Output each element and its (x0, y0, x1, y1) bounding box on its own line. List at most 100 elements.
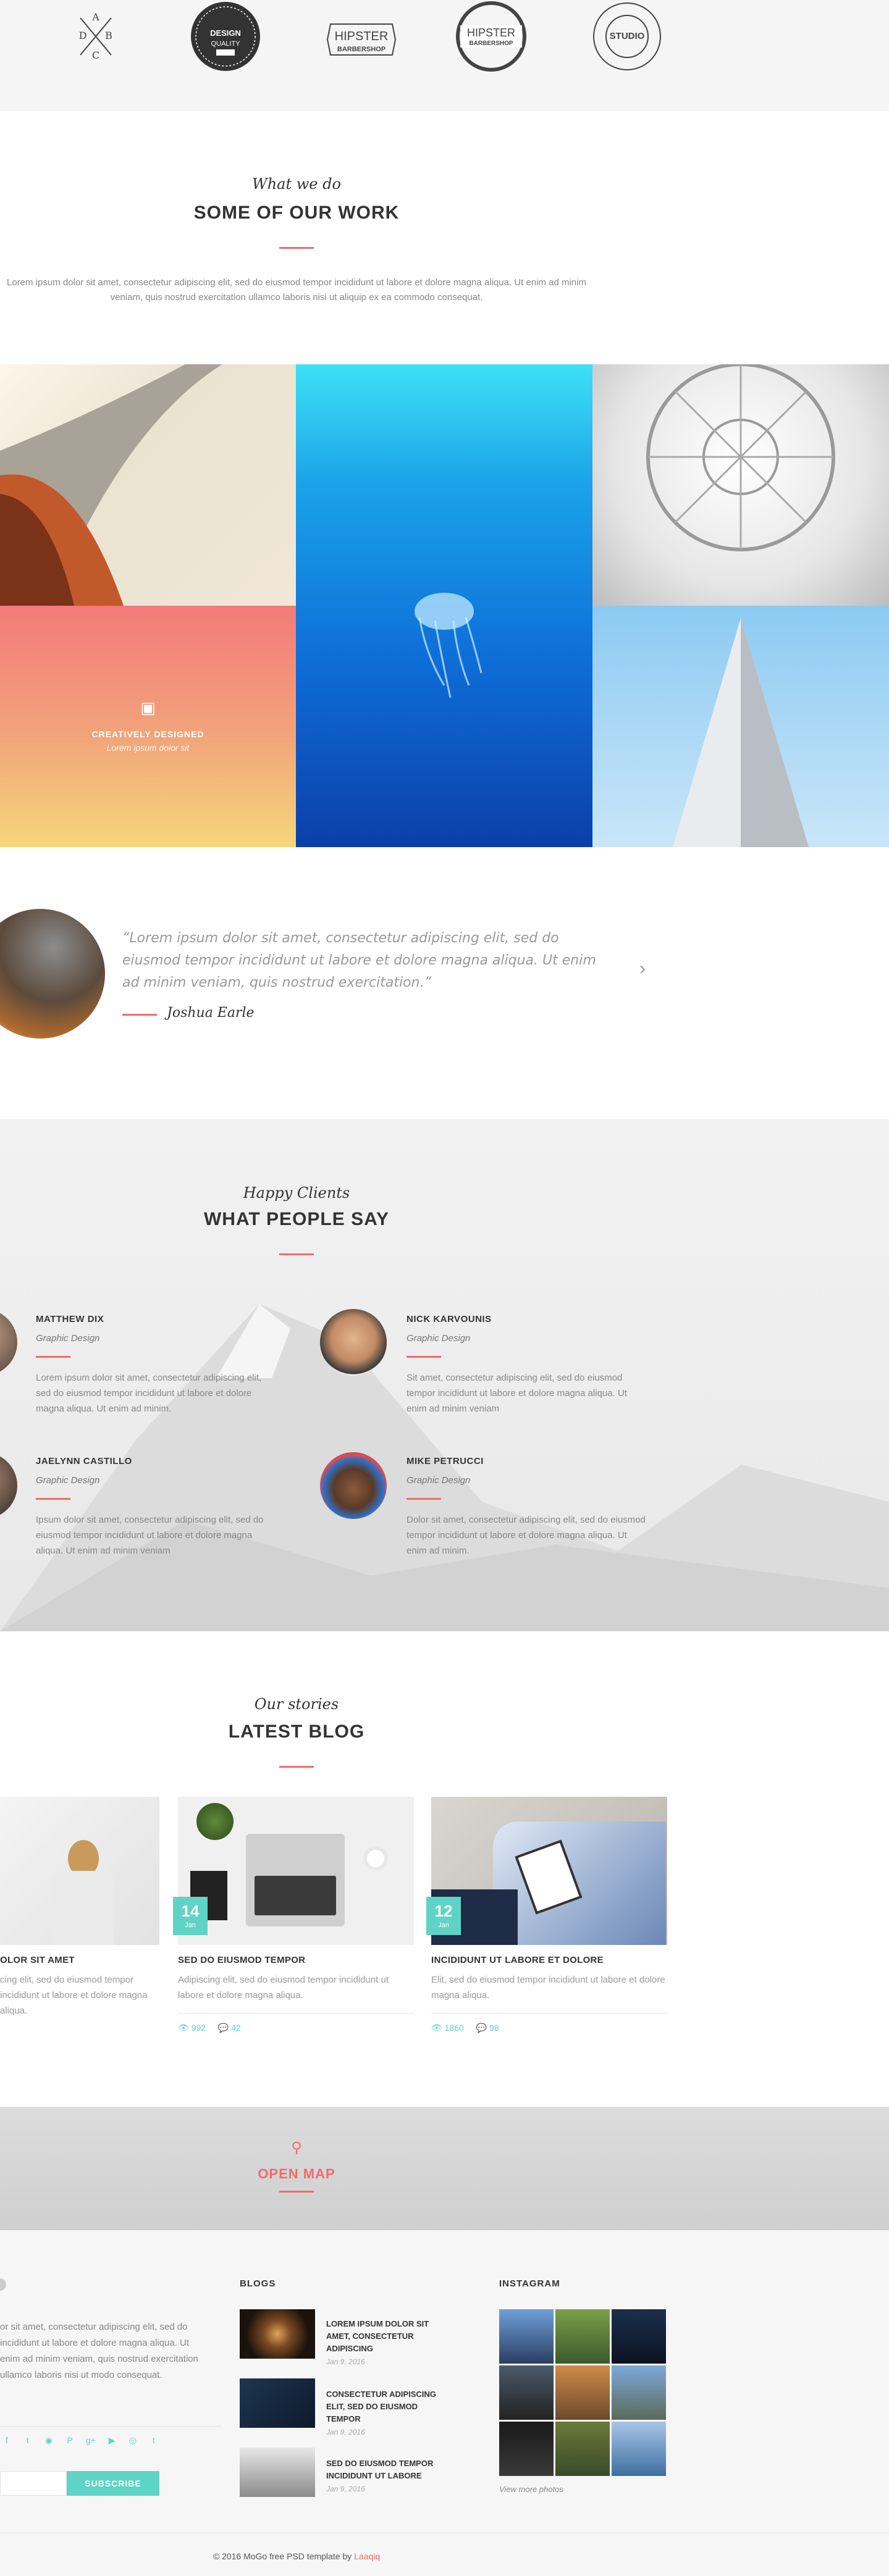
testimonial-quote: “Lorem ipsum dolor sit amet, consectetur… (122, 930, 596, 990)
blog-post-image[interactable] (178, 1797, 414, 1945)
blog-date-day: 12 (434, 1902, 453, 1920)
work-overlay-card[interactable]: ▣ CREATIVELY DESIGNED Lorem ipsum dolor … (0, 606, 296, 847)
client-divider (407, 1498, 441, 1500)
comment-icon: 💬 (476, 2023, 487, 2033)
clients-section: Happy Clients WHAT PEOPLE SAY MATTHEW DI… (0, 1119, 889, 1631)
client-role: Graphic Design (36, 1333, 100, 1344)
tumblr-icon[interactable]: t (147, 2435, 161, 2445)
blog-date-badge: 12 Jan (426, 1897, 461, 1935)
footer-about-text: or sit amet, consectetur adipiscing elit… (0, 2322, 198, 2380)
testimonial-divider (122, 1014, 157, 1016)
footer-logo (0, 2278, 6, 2291)
footer-blog-title[interactable]: LOREM IPSUM DOLOR SIT AMET, CONSECTETUR … (326, 2318, 450, 2355)
image-icon: ▣ (140, 698, 156, 717)
footer-blog-title[interactable]: SED DO EIUSMOD TEMPOR INCIDIDUNT UT LABO… (326, 2457, 450, 2482)
svg-text:HIPSTER: HIPSTER (467, 27, 515, 39)
svg-text:QUALITY: QUALITY (211, 40, 240, 48)
instagram-photo[interactable] (555, 2309, 610, 2364)
eye-icon: 👁 (178, 2023, 189, 2033)
blog-section: Our stories LATEST BLOG OLOR SIT AMET ci… (0, 1631, 889, 2107)
facebook-icon[interactable]: f (0, 2435, 14, 2445)
client-card: MIKE PETRUCCI Graphic Design Dolor sit a… (407, 1456, 647, 1558)
logo-hipster-barbershop-2: HIPSTER BARBERSHOP (454, 0, 528, 73)
blog-date-day: 14 (181, 1902, 200, 1920)
blog-post-title[interactable]: SED DO EIUSMOD TEMPOR (178, 1955, 414, 1965)
next-arrow-icon[interactable]: › (639, 958, 646, 979)
clients-title: WHAT PEOPLE SAY (203, 1209, 390, 1229)
work-image-skyscraper[interactable] (592, 606, 889, 847)
copyright-author-link[interactable]: Laaqiq (354, 2551, 380, 2561)
instagram-photo[interactable] (612, 2422, 666, 2476)
footer-blog-item[interactable]: SED DO EIUSMOD TEMPOR INCIDIDUNT UT LABO… (326, 2457, 450, 2493)
client-role: Graphic Design (407, 1475, 471, 1486)
instagram-photo[interactable] (555, 2365, 610, 2420)
dribbble-icon[interactable]: ◎ (126, 2435, 140, 2446)
blog-date-badge: 14 Jan (173, 1897, 208, 1935)
instagram-photo[interactable] (499, 2309, 554, 2364)
eye-icon: 👁 (431, 2023, 442, 2033)
client-text: Ipsum dolor sit amet, consectetur adipis… (36, 1515, 264, 1556)
blog-post-title[interactable]: INCIDIDUNT UT LABORE ET DOLORE (431, 1955, 667, 1965)
youtube-icon[interactable]: ▶ (105, 2435, 119, 2446)
blog-post-title[interactable]: OLOR SIT AMET (0, 1955, 159, 1965)
client-text: Sit amet, consectetur adipiscing elit, s… (407, 1373, 627, 1414)
footer-blog-thumb[interactable] (240, 2309, 315, 2359)
blog-post-separator (431, 2013, 667, 2014)
blog-post-meta: 👁 992 💬 42 (178, 2023, 241, 2033)
client-card: JAELYNN CASTILLO Graphic Design Ipsum do… (36, 1456, 277, 1558)
svg-text:STUDIO: STUDIO (610, 31, 645, 41)
svg-text:BARBERSHOP: BARBERSHOP (469, 40, 513, 47)
svg-text:DESIGN: DESIGN (210, 28, 241, 38)
work-image-jellyfish[interactable] (296, 364, 592, 847)
subscribe-button[interactable]: SUBSCRIBE (67, 2471, 159, 2496)
view-more-photos-link[interactable]: View more photos (499, 2485, 563, 2494)
instagram-photo[interactable] (555, 2422, 610, 2476)
clients-script-heading: Happy Clients (243, 1184, 350, 1202)
footer-blog-item[interactable]: LOREM IPSUM DOLOR SIT AMET, CONSECTETUR … (326, 2318, 450, 2366)
map-banner[interactable]: ⚲ OPEN MAP (0, 2107, 889, 2230)
svg-text:D: D (79, 30, 87, 41)
overlay-title: CREATIVELY DESIGNED (91, 729, 204, 739)
work-intro: Lorem ipsum dolor sit amet, consectetur … (7, 277, 586, 303)
work-divider (279, 247, 314, 249)
work-image-dome[interactable] (592, 364, 889, 606)
blog-divider (279, 1766, 314, 1768)
footer-blog-thumb[interactable] (240, 2448, 315, 2497)
footer-blog-item[interactable]: CONSECTETUR ADIPISCING ELIT, SED DO EIUS… (326, 2388, 450, 2436)
client-name: MIKE PETRUCCI (407, 1456, 484, 1466)
comment-icon: 💬 (217, 2023, 229, 2033)
svg-text:HIPSTER: HIPSTER (335, 30, 389, 43)
logo-abcd: A D B C (68, 0, 124, 73)
footer-blog-title[interactable]: CONSECTETUR ADIPISCING ELIT, SED DO EIUS… (326, 2388, 450, 2425)
work-grid: ▣ CREATIVELY DESIGNED Lorem ipsum dolor … (0, 364, 889, 847)
instagram-icon[interactable]: ◉ (42, 2435, 56, 2446)
copyright-prefix: © 2016 MoGo free PSD template by (213, 2551, 352, 2561)
client-text: Dolor sit amet, consectetur adipiscing e… (407, 1515, 646, 1556)
google-plus-icon[interactable]: g+ (84, 2435, 98, 2445)
footer-blog-thumb[interactable] (240, 2378, 315, 2428)
blog-post-image[interactable] (431, 1797, 667, 1945)
client-avatar (320, 1309, 387, 1376)
testimonial-avatar (0, 909, 105, 1039)
blog-post-meta: 👁 1860 💬 98 (431, 2023, 499, 2033)
comments-count: 42 (231, 2023, 241, 2033)
blog-post-image[interactable] (0, 1797, 159, 1945)
twitter-icon[interactable]: t (21, 2435, 35, 2445)
client-divider (36, 1498, 70, 1500)
instagram-photo[interactable] (612, 2365, 666, 2420)
work-image-bridge[interactable] (0, 364, 296, 606)
client-divider (407, 1356, 441, 1358)
subscribe-email-input[interactable] (0, 2471, 67, 2496)
blog-date-month: Jan (185, 1922, 196, 1929)
views-count: 992 (191, 2023, 206, 2033)
svg-text:A: A (91, 11, 99, 23)
clients-divider (279, 1253, 314, 1255)
instagram-photo[interactable] (499, 2365, 554, 2420)
pinterest-icon[interactable]: P (63, 2435, 77, 2445)
blog-post-separator (178, 2013, 414, 2014)
open-map-link[interactable]: OPEN MAP (0, 2166, 593, 2182)
work-section: What we do SOME OF OUR WORK Lorem ipsum … (0, 111, 889, 364)
instagram-photo[interactable] (499, 2422, 554, 2476)
instagram-photo[interactable] (612, 2309, 666, 2364)
social-icons: f t ◉ Pg+ ▶ ◎ t (0, 2435, 168, 2446)
